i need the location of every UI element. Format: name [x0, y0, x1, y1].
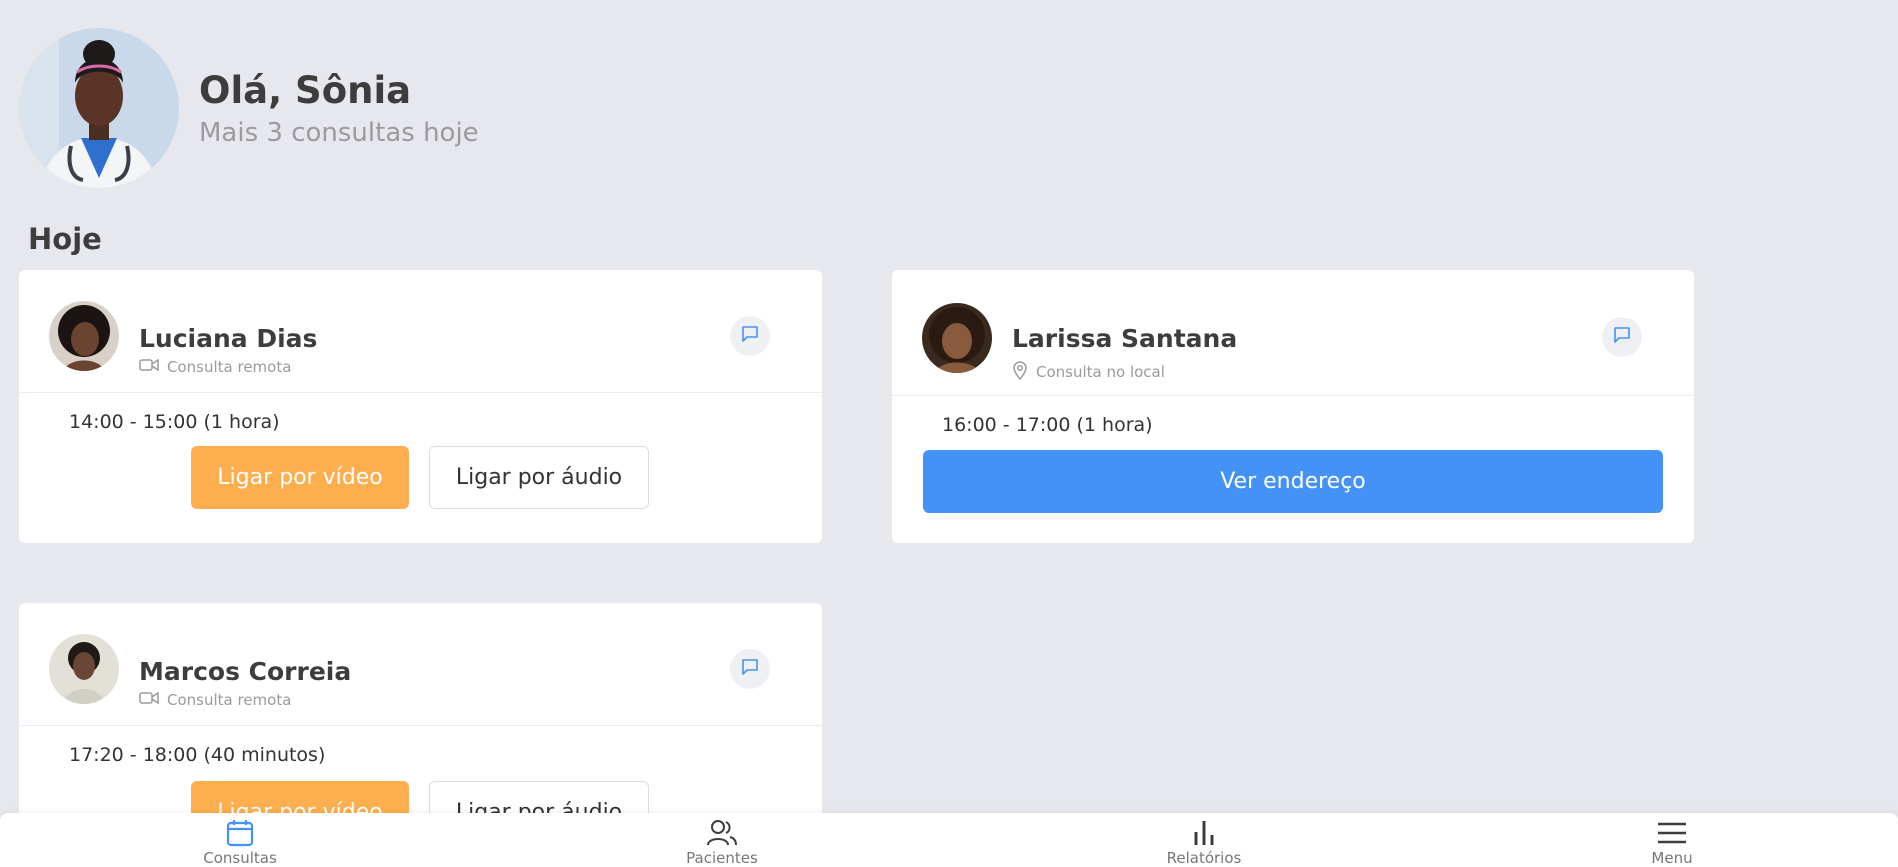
patient-avatar — [49, 301, 119, 371]
greeting-title: Olá, Sônia — [199, 69, 412, 112]
appointment-kind: Consulta remota — [139, 691, 291, 709]
nav-label: Pacientes — [686, 849, 758, 867]
video-camera-icon — [139, 691, 159, 709]
nav-label: Consultas — [203, 849, 277, 867]
chat-bubble-icon — [740, 324, 760, 348]
patient-avatar — [49, 634, 119, 704]
chat-bubble-icon — [740, 657, 760, 681]
appointment-time: 16:00 - 17:00 (1 hora) — [942, 414, 1153, 436]
appointment-card-header: Larissa Santana Consulta no local — [892, 270, 1694, 396]
map-pin-icon — [1012, 360, 1028, 384]
appointment-kind-label: Consulta remota — [167, 358, 292, 376]
nav-label: Relatórios — [1166, 849, 1242, 867]
video-call-button[interactable]: Ligar por vídeo — [191, 446, 409, 509]
audio-call-button[interactable]: Ligar por áudio — [429, 446, 649, 509]
nav-label: Menu — [1651, 849, 1693, 867]
nav-item-pacientes[interactable]: Pacientes — [662, 813, 782, 867]
appointment-card: Luciana Dias Consulta remota 14:00 - 15:… — [19, 270, 822, 543]
chat-button[interactable] — [1602, 317, 1642, 357]
appointment-time: 17:20 - 18:00 (40 minutos) — [69, 744, 326, 766]
video-camera-icon — [139, 358, 159, 376]
patient-name: Luciana Dias — [139, 324, 318, 353]
patient-name: Larissa Santana — [1012, 324, 1238, 353]
chat-button[interactable] — [730, 649, 770, 689]
users-icon — [706, 817, 738, 849]
bar-chart-icon — [1189, 817, 1219, 849]
hamburger-menu-icon — [1656, 817, 1688, 849]
greeting-subtitle: Mais 3 consultas hoje — [199, 118, 479, 148]
appointment-kind-label: Consulta remota — [167, 691, 292, 709]
doctor-avatar — [19, 28, 179, 188]
appointment-card-header: Luciana Dias Consulta remota — [19, 270, 822, 393]
nav-item-consultas[interactable]: Consultas — [180, 813, 300, 867]
appointment-kind-label: Consulta no local — [1036, 363, 1165, 381]
appointment-time: 14:00 - 15:00 (1 hora) — [69, 411, 280, 433]
greeting-block: Olá, Sônia Mais 3 consultas hoje — [199, 68, 479, 152]
section-title-today: Hoje — [28, 222, 102, 256]
appointment-card: Marcos Correia Consulta remota 17:20 - 1… — [19, 603, 822, 844]
nav-item-relatorios[interactable]: Relatórios — [1144, 813, 1264, 867]
chat-button[interactable] — [730, 316, 770, 356]
chat-bubble-icon — [1612, 325, 1632, 349]
nav-item-menu[interactable]: Menu — [1612, 813, 1732, 867]
bottom-navigation: Consultas Pacientes Relatórios Menu — [0, 813, 1898, 867]
view-address-button[interactable]: Ver endereço — [923, 450, 1663, 513]
appointment-kind: Consulta remota — [139, 358, 291, 376]
calendar-icon — [225, 817, 255, 849]
appointment-card-header: Marcos Correia Consulta remota — [19, 603, 822, 726]
patient-name: Marcos Correia — [139, 657, 352, 686]
patient-avatar — [922, 303, 992, 373]
appointment-kind: Consulta no local — [1012, 360, 1165, 384]
appointment-card: Larissa Santana Consulta no local 16:00 … — [892, 270, 1694, 543]
